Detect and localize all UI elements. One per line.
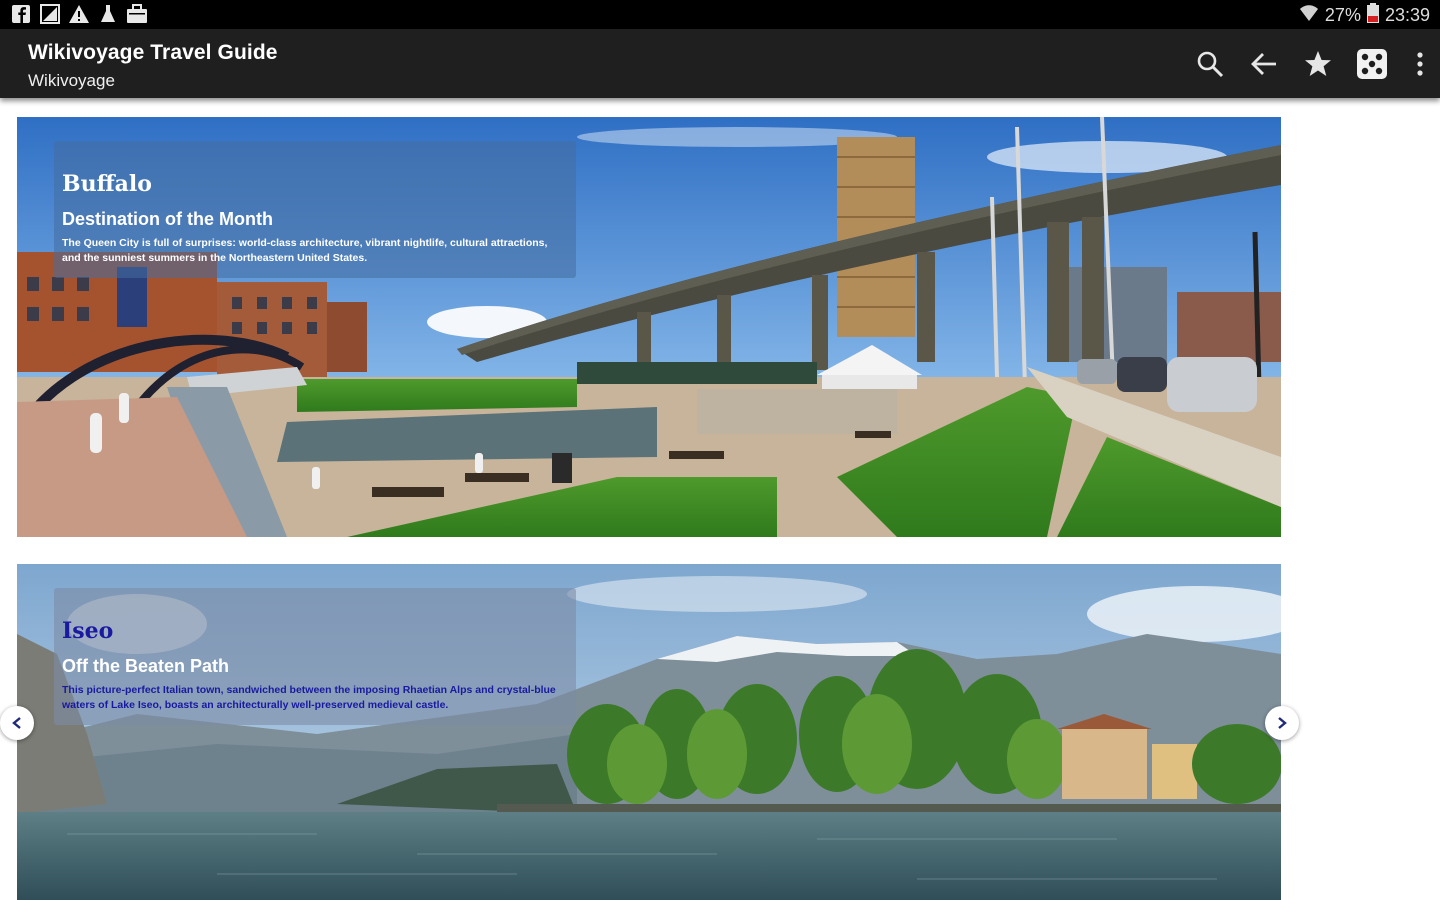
destination-title[interactable]: Buffalo — [62, 171, 576, 197]
carousel-next-button[interactable] — [1265, 706, 1299, 740]
system-status: 27% 23:39 — [1299, 3, 1430, 28]
flask-icon — [97, 4, 119, 24]
briefcase-icon — [126, 4, 148, 24]
carousel-prev-button[interactable] — [0, 706, 34, 740]
random-article-button[interactable] — [1354, 46, 1390, 82]
signal-edit-icon — [39, 4, 61, 24]
featured-caption: Iseo Off the Beaten Path This picture-pe… — [54, 588, 576, 725]
overflow-menu-button[interactable] — [1408, 46, 1432, 82]
destination-description: This picture-perfect Italian town, sandw… — [62, 684, 556, 711]
status-bar: 27% 23:39 — [0, 0, 1440, 29]
battery-percent: 27% — [1324, 5, 1361, 25]
destination-description: The Queen City is full of surprises: wor… — [62, 237, 548, 264]
featured-card-buffalo[interactable]: Buffalo Destination of the Month The Que… — [17, 117, 1281, 537]
search-button[interactable] — [1192, 46, 1228, 82]
star-icon — [1305, 51, 1331, 76]
chevron-left-icon — [12, 717, 21, 729]
app-title: Wikivoyage Travel Guide — [28, 41, 278, 64]
battery-icon — [1366, 3, 1379, 28]
clock: 23:39 — [1384, 5, 1430, 25]
back-arrow-icon — [1251, 53, 1276, 75]
featured-card-iseo[interactable]: Iseo Off the Beaten Path This picture-pe… — [17, 564, 1281, 900]
bookmark-button[interactable] — [1300, 46, 1336, 82]
overflow-menu-icon — [1417, 52, 1423, 76]
featured-content: Buffalo Destination of the Month The Que… — [0, 98, 1440, 900]
destination-category: Destination of the Month — [62, 209, 273, 229]
destination-category: Off the Beaten Path — [62, 656, 230, 676]
back-button[interactable] — [1246, 46, 1282, 82]
destination-title[interactable]: Iseo — [62, 618, 576, 644]
app-subtitle: Wikivoyage — [28, 71, 115, 90]
search-icon — [1197, 51, 1224, 78]
app-bar: Wikivoyage Travel Guide Wikivoyage — [0, 29, 1440, 98]
facebook-icon — [10, 4, 32, 24]
wifi-icon — [1299, 4, 1319, 27]
notification-icons — [10, 4, 148, 24]
warning-icon — [68, 4, 90, 24]
chevron-right-icon — [1278, 717, 1287, 729]
featured-caption: Buffalo Destination of the Month The Que… — [54, 141, 576, 278]
dice-icon — [1357, 49, 1387, 79]
